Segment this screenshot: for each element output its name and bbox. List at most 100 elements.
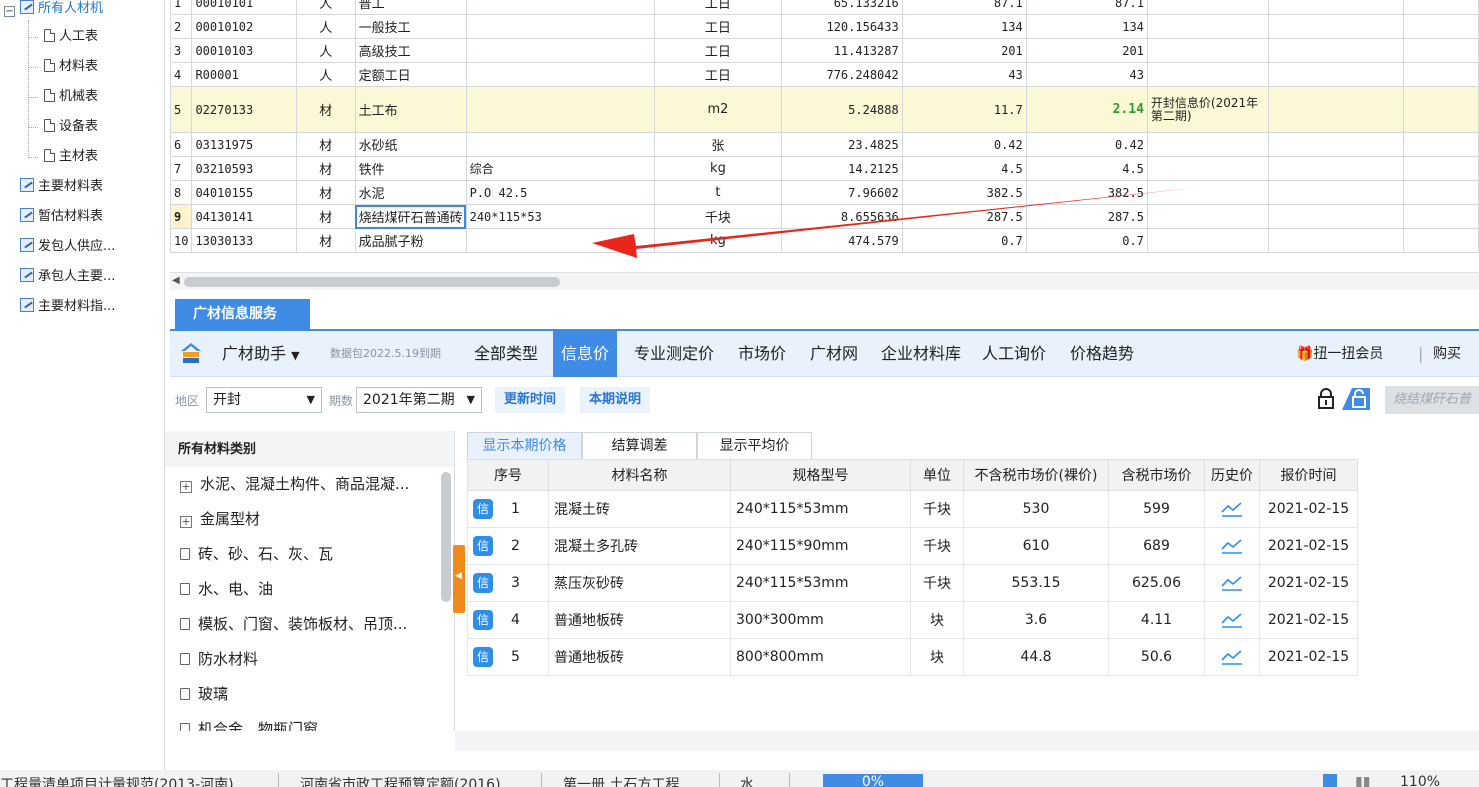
price-cell-tax_price[interactable]: 689: [1108, 527, 1205, 565]
grid-cell-type[interactable]: 材: [296, 228, 356, 253]
grid-cell-p2[interactable]: 201: [1025, 38, 1148, 63]
grid-cell-name[interactable]: 烧结煤矸石普通砖: [354, 204, 467, 229]
category-item[interactable]: 砖、砂、石、灰、瓦: [165, 537, 454, 572]
price-cell-spec[interactable]: 240*115*90mm: [730, 527, 911, 565]
grid-cell-code[interactable]: 03210593: [191, 156, 297, 181]
tree-item-equipment[interactable]: 设备表: [44, 115, 98, 139]
grid-cell-p2[interactable]: 87.1: [1025, 0, 1148, 15]
tree-group-main-index[interactable]: 主要材料指...: [20, 295, 115, 319]
category-item[interactable]: + 金属型材: [165, 502, 454, 537]
price-cell-name[interactable]: 混凝土多孔砖: [548, 527, 731, 565]
tree-item-machine[interactable]: 机械表: [44, 85, 98, 109]
tree-item-material[interactable]: 材料表: [44, 55, 98, 79]
grid-row[interactable]: 9 04130141 材烧结煤矸石普通砖 240*115*53 千块 8.655636 28…: [170, 204, 1479, 229]
grid-cell-empty[interactable]: [1403, 204, 1479, 229]
price-row[interactable]: 信 2 混凝土多孔砖 240*115*90mm 千块 610 689 2021-02-15: [467, 527, 1358, 565]
grid-cell-type[interactable]: 材: [296, 180, 356, 205]
grid-cell-no[interactable]: 10: [170, 228, 193, 253]
grid-cell-unit[interactable]: kg: [653, 228, 783, 253]
grid-cell-empty[interactable]: [1403, 228, 1479, 253]
col-header[interactable]: 含税市场价: [1108, 459, 1205, 491]
grid-cell-unit[interactable]: 千块: [653, 204, 783, 229]
tab-info-price[interactable]: 信息价: [553, 331, 618, 377]
price-cell-tax_price[interactable]: 599: [1108, 490, 1205, 528]
tab-enterprise-library[interactable]: 企业材料库: [881, 331, 961, 377]
grid-cell-note[interactable]: [1146, 180, 1270, 205]
panel-splitter-handle[interactable]: ◀: [453, 545, 465, 613]
grid-cell-p1[interactable]: 201: [901, 38, 1027, 63]
grid-cell-note[interactable]: [1146, 62, 1270, 87]
grid-cell-code[interactable]: 04010155: [191, 180, 297, 205]
scroll-left-icon[interactable]: ◀: [172, 275, 180, 286]
tab-show-current-price[interactable]: 显示本期价格: [467, 432, 582, 459]
grid-cell-qty[interactable]: 120.156433: [781, 14, 903, 39]
trend-chart-icon[interactable]: [1220, 575, 1244, 591]
price-cell-history[interactable]: [1204, 638, 1260, 676]
grid-row[interactable]: 10 13030133 材成品腻子粉 kg 474.579 0.7 0.7: [170, 228, 1479, 253]
grid-cell-type[interactable]: 人: [296, 38, 356, 63]
grid-cell-type[interactable]: 人: [296, 62, 356, 87]
grid-cell-code[interactable]: 00010102: [191, 14, 297, 39]
price-cell-date[interactable]: 2021-02-15: [1259, 564, 1358, 602]
price-cell-date[interactable]: 2021-02-15: [1259, 601, 1358, 639]
col-header[interactable]: 规格型号: [730, 459, 911, 491]
grid-cell-p1[interactable]: 87.1: [901, 0, 1027, 15]
grid-view-icon[interactable]: ▮▮: [1355, 774, 1370, 787]
price-cell-unit[interactable]: 千块: [910, 527, 964, 565]
price-cell-spec[interactable]: 240*115*53mm: [730, 490, 911, 528]
grid-cell-empty[interactable]: [1268, 228, 1405, 253]
price-cell-no[interactable]: 信5: [467, 638, 549, 676]
grid-cell-no[interactable]: 8: [170, 180, 193, 205]
tree-group-owner-supply[interactable]: 发包人供应...: [20, 235, 115, 259]
grid-cell-empty[interactable]: [1268, 180, 1405, 205]
grid-cell-code[interactable]: 04130141: [191, 204, 297, 229]
grid-cell-type[interactable]: 材: [296, 156, 356, 181]
grid-cell-qty[interactable]: 5.24888: [781, 86, 903, 133]
unlock-icon[interactable]: [1342, 388, 1370, 410]
grid-cell-empty[interactable]: [1403, 86, 1479, 133]
grid-cell-spec[interactable]: 240*115*53: [465, 204, 655, 229]
price-row[interactable]: 信 4 普通地板砖 300*300mm 块 3.6 4.11 2021-02-15: [467, 601, 1358, 639]
grid-cell-no[interactable]: 5: [170, 86, 193, 133]
grid-cell-note[interactable]: [1146, 204, 1270, 229]
grid-cell-code[interactable]: 13030133: [191, 228, 297, 253]
scroll-thumb[interactable]: [184, 277, 560, 287]
price-cell-name[interactable]: 蒸压灰砂砖: [548, 564, 731, 602]
grid-cell-empty[interactable]: [1403, 132, 1479, 157]
grid-cell-name[interactable]: 水泥: [354, 180, 467, 205]
price-cell-unit[interactable]: 块: [910, 601, 964, 639]
grid-cell-empty[interactable]: [1268, 14, 1405, 39]
tree-group-main-materials[interactable]: 主要材料表: [20, 175, 103, 199]
grid-cell-p1[interactable]: 287.5: [901, 204, 1027, 229]
price-cell-history[interactable]: [1204, 527, 1260, 565]
material-search-input[interactable]: 烧结煤矸石普: [1385, 386, 1479, 414]
grid-cell-p1[interactable]: 0.7: [901, 228, 1027, 253]
view-toggle-icon[interactable]: [1323, 774, 1337, 787]
grid-cell-code[interactable]: R00001: [191, 62, 297, 87]
grid-cell-note[interactable]: [1146, 38, 1270, 63]
grid-cell-type[interactable]: 材: [296, 132, 356, 157]
grid-cell-no[interactable]: 1: [170, 0, 193, 15]
tab-settlement-adjust[interactable]: 结算调差: [582, 432, 697, 459]
grid-cell-empty[interactable]: [1268, 204, 1405, 229]
tab-all-types[interactable]: 全部类型: [474, 331, 538, 377]
category-item[interactable]: 机合金、物瓶门窗: [165, 712, 454, 731]
price-cell-history[interactable]: [1204, 490, 1260, 528]
grid-row[interactable]: 7 03210593 材铁件 综合 kg 14.2125 4.5 4.5: [170, 156, 1479, 181]
tree-collapse-toggle[interactable]: −: [4, 6, 15, 17]
col-header[interactable]: 单位: [910, 459, 964, 491]
grid-row[interactable]: 5 02270133 材土工布 m2 5.24888 11.7 2.14 开封信息价(2021…: [170, 86, 1479, 133]
grid-cell-no[interactable]: 2: [170, 14, 193, 39]
grid-cell-empty[interactable]: [1268, 62, 1405, 87]
grid-cell-note[interactable]: [1146, 14, 1270, 39]
tab-market-price[interactable]: 市场价: [738, 331, 786, 377]
grid-cell-code[interactable]: 03131975: [191, 132, 297, 157]
tree-group-provisional[interactable]: 暂估材料表: [20, 205, 103, 229]
grid-cell-name[interactable]: 高级技工: [354, 38, 467, 63]
grid-cell-note[interactable]: [1146, 228, 1270, 253]
grid-row[interactable]: 2 00010102 人一般技工 工日 120.156433 134 134: [170, 14, 1479, 39]
grid-cell-p2[interactable]: 43: [1025, 62, 1148, 87]
grid-cell-qty[interactable]: 11.413287: [781, 38, 903, 63]
category-item[interactable]: 模板、门窗、装饰板材、吊顶...: [165, 607, 454, 642]
grid-cell-note[interactable]: [1146, 156, 1270, 181]
